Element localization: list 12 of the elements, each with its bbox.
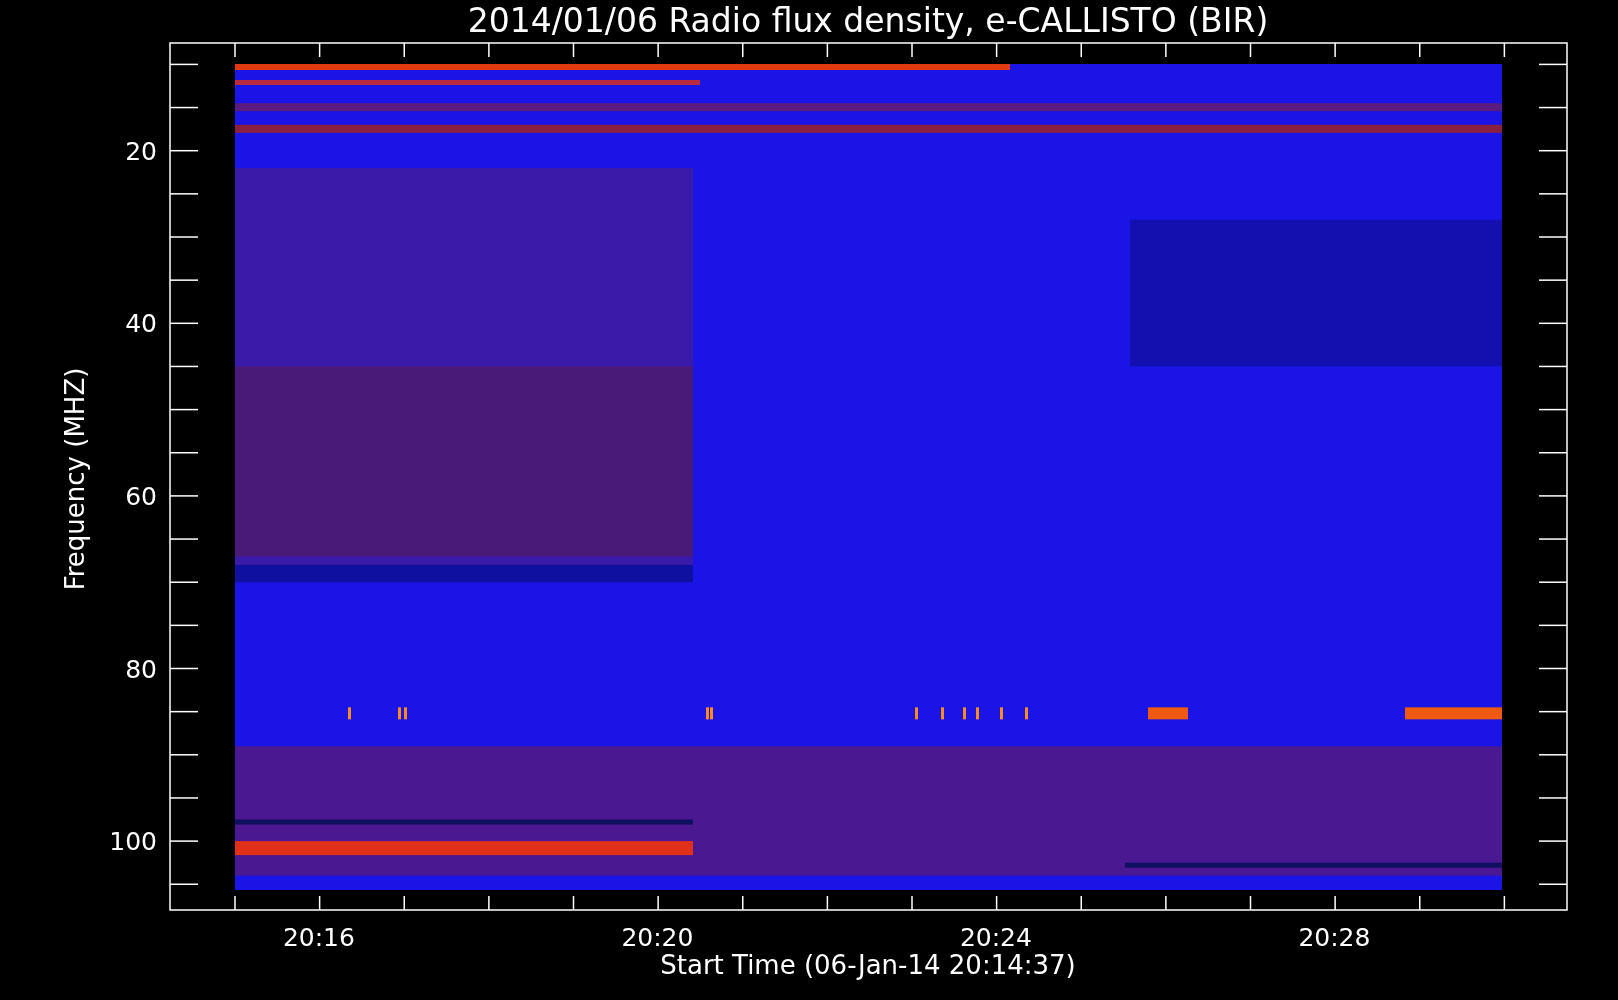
chart-title: 2014/01/06 Radio flux density, e-CALLISTO (BIR)	[467, 1, 1269, 40]
y-axis-label: Frequency (MHZ)	[60, 367, 90, 591]
y-tick-label: 40	[125, 309, 157, 339]
y-tick-label: 100	[109, 827, 157, 857]
y-tick-label: 60	[125, 481, 157, 511]
x-tick-label: 20:24	[959, 923, 1032, 952]
y-tick-label: 80	[125, 654, 157, 684]
x-axis-label: Start Time (06-Jan-14 20:14:37)	[660, 950, 1076, 980]
y-tick-label: 20	[125, 136, 157, 166]
x-tick-label: 20:28	[1298, 923, 1371, 952]
x-tick-label: 20:16	[282, 923, 355, 952]
x-tick-label: 20:20	[621, 923, 694, 952]
